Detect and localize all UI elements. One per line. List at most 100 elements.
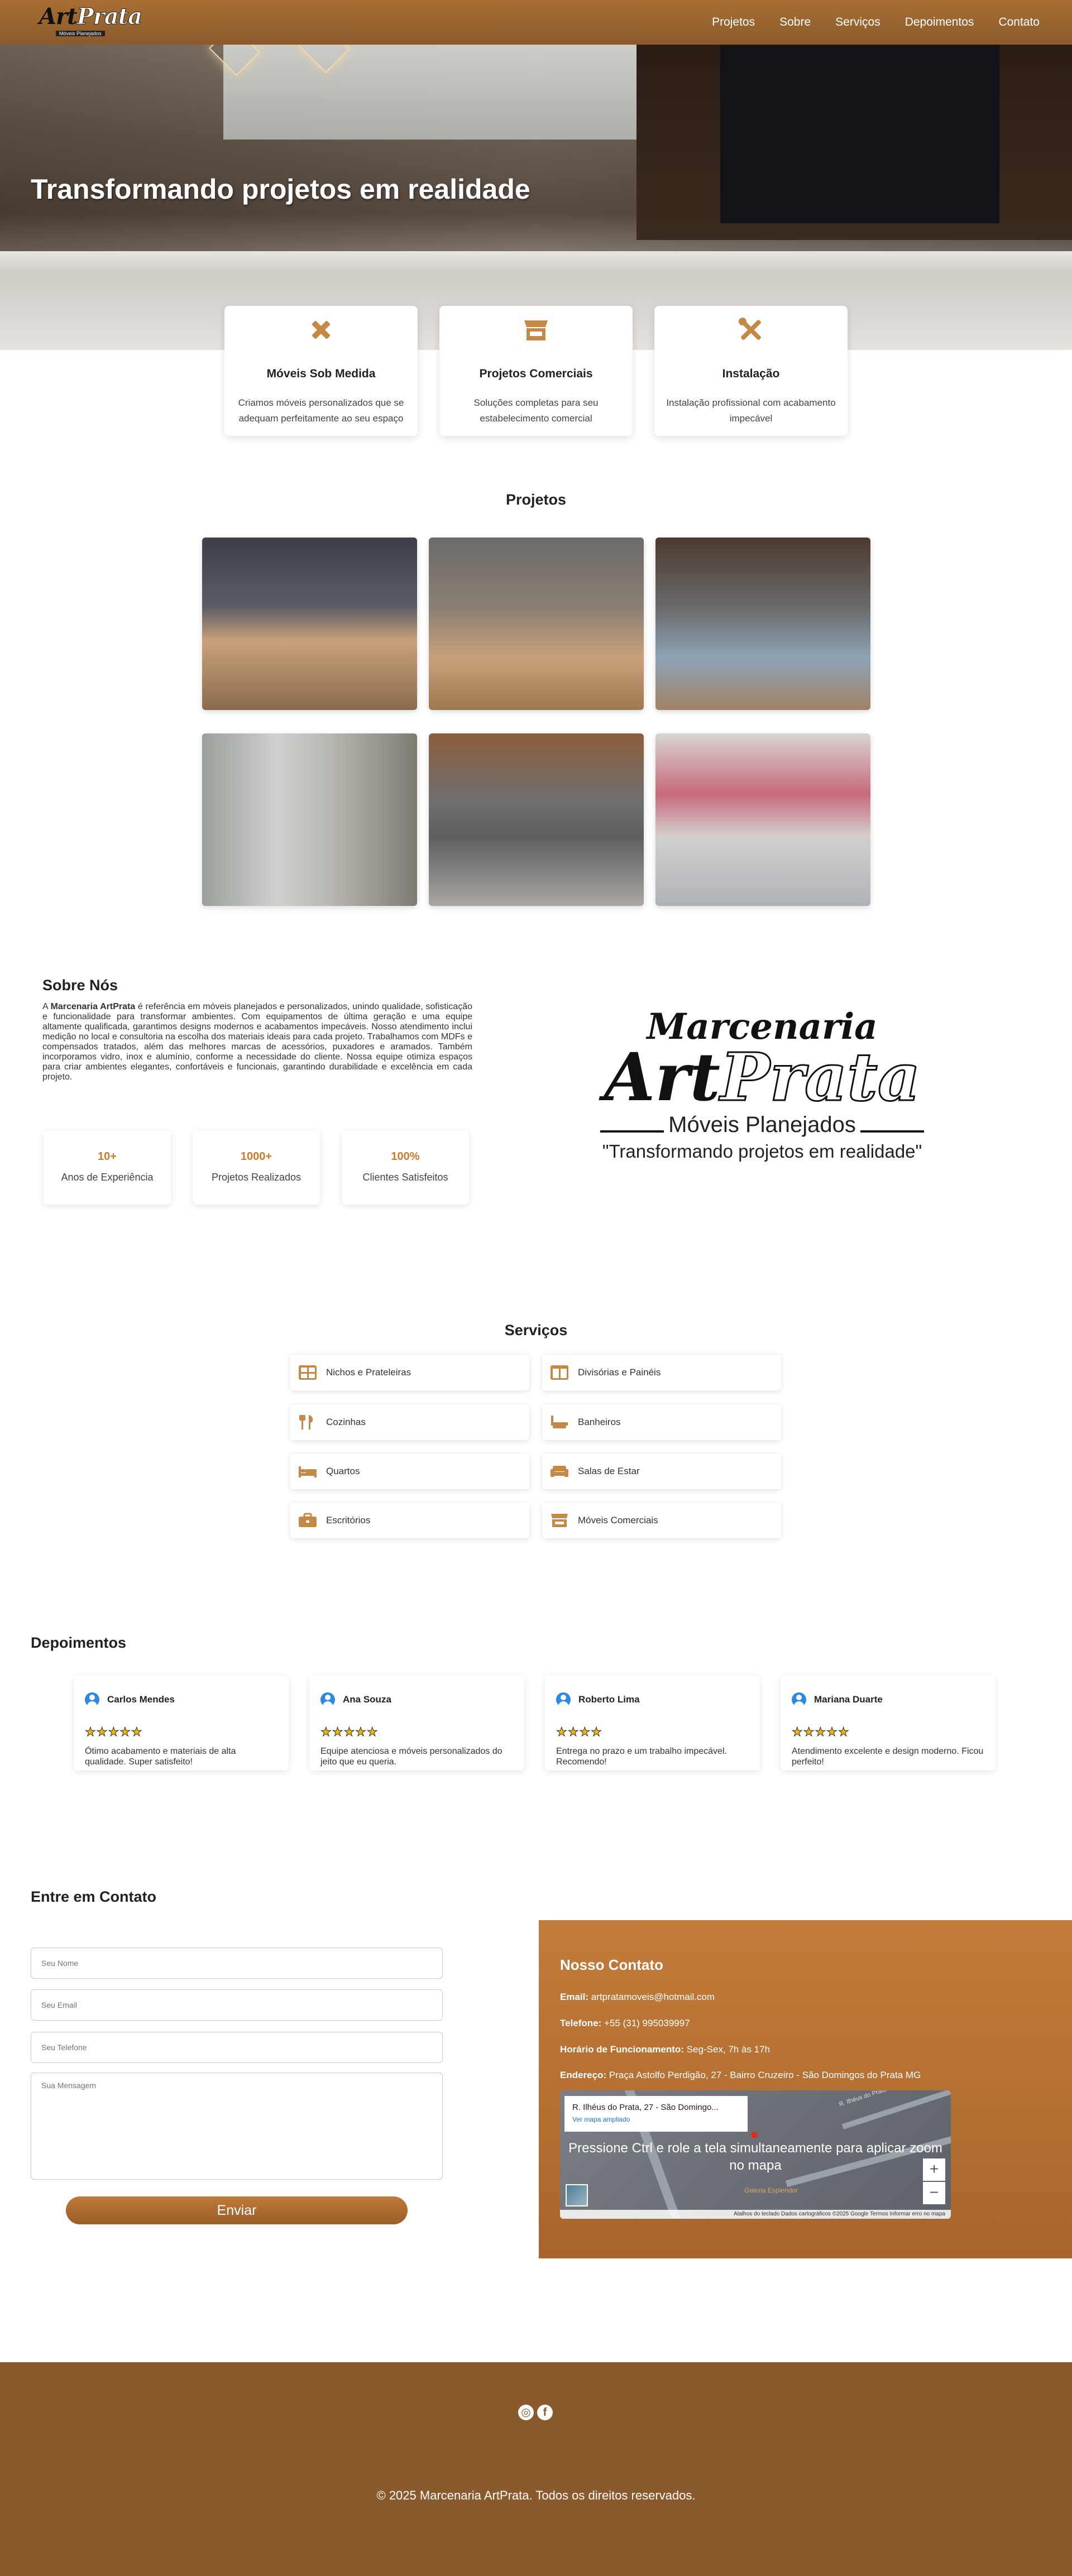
nav-link-sobre[interactable]: Sobre <box>779 16 811 29</box>
map-place-label: Galeria Esplendor <box>744 2186 798 2194</box>
map-street-label: R. Ilhéus do Prata <box>838 2090 887 2108</box>
pencil-ruler-icon <box>312 320 331 339</box>
bed-icon <box>299 1466 317 1478</box>
name-field[interactable] <box>31 1947 443 1979</box>
contact-email-label: Email: <box>560 1992 589 2002</box>
rating-stars: ★★★★★ <box>320 1725 379 1739</box>
contact-hours-row: Horário de Funcionamento: Seg-Sex, 7h às… <box>560 2044 770 2055</box>
feature-title: Instalação <box>722 367 780 380</box>
map-pin-icon[interactable] <box>751 2132 758 2138</box>
map-layer-thumbnail[interactable] <box>566 2184 588 2206</box>
stat-value: 10+ <box>98 1150 117 1163</box>
feature-title: Projetos Comerciais <box>479 367 593 380</box>
hero-section: Transformando projetos em realidade <box>0 45 1072 350</box>
testimonial-name: Mariana Duarte <box>814 1694 883 1705</box>
about-logo: Marcenaria ArtPrata Móveis Planejados "T… <box>600 1008 924 1175</box>
couch-icon <box>551 1466 568 1477</box>
service-label: Escritórios <box>326 1515 371 1526</box>
nav-menu: Projetos Sobre Serviços Depoimentos Cont… <box>712 0 1040 45</box>
hero-title: Transformando projetos em realidade <box>31 174 530 205</box>
contact-hours-label: Horário de Funcionamento: <box>560 2044 684 2055</box>
map-footer: Atalhos do teclado Dados cartográficos ©… <box>560 2210 951 2219</box>
email-field[interactable] <box>31 1989 443 2021</box>
navbar: ArtPrata Móveis Planejados Projetos Sobr… <box>0 0 1072 45</box>
testimonial-text: Atendimento excelente e design moderno. … <box>792 1747 984 1767</box>
grid-icon <box>299 1365 317 1380</box>
logo-text-art: Art <box>39 3 78 30</box>
google-map[interactable]: R. Ilhéus do Prata R. Ilhéus do Prata, 2… <box>560 2090 951 2219</box>
service-label: Banheiros <box>578 1417 621 1427</box>
map-view-larger-link[interactable]: Ver mapa ampliado <box>572 2116 740 2123</box>
feature-card-instalacao: Instalação Instalação profissional com a… <box>654 306 848 436</box>
project-image-6[interactable] <box>655 733 870 906</box>
about-logo-subtitle: Móveis Planejados <box>600 1112 924 1138</box>
testimonial-text: Entrega no prazo e um trabalho impecável… <box>556 1747 727 1767</box>
phone-field[interactable] <box>31 2032 443 2063</box>
about-logo-prata: Prata <box>719 1038 921 1116</box>
testimonial-card: Ana Souza ★★★★★ Equipe atenciosa e móvei… <box>309 1676 524 1771</box>
service-item-nichos[interactable]: Nichos e Prateleiras <box>290 1355 529 1390</box>
facebook-icon[interactable]: f <box>537 2405 553 2420</box>
hero-countertop <box>0 251 1072 274</box>
service-item-escritorios[interactable]: Escritórios <box>290 1503 529 1538</box>
logo[interactable]: ArtPrata Móveis Planejados <box>39 3 143 38</box>
feature-card-projetos-comerciais: Projetos Comerciais Soluções completas p… <box>439 306 633 436</box>
nav-link-contato[interactable]: Contato <box>998 16 1040 29</box>
contact-address-value: Praça Astolfo Perdigão, 27 - Bairro Cruz… <box>609 2070 921 2080</box>
message-field[interactable] <box>31 2073 443 2180</box>
utensils-icon <box>299 1415 313 1429</box>
testimonial-name: Carlos Mendes <box>107 1694 175 1705</box>
service-item-salas[interactable]: Salas de Estar <box>542 1454 781 1489</box>
service-item-quartos[interactable]: Quartos <box>290 1454 529 1489</box>
map-zoom-out-button[interactable]: − <box>923 2182 945 2204</box>
service-item-banheiros[interactable]: Banheiros <box>542 1404 781 1440</box>
contact-info-title: Nosso Contato <box>560 1956 663 1973</box>
project-image-2[interactable] <box>429 538 644 710</box>
service-item-cozinhas[interactable]: Cozinhas <box>290 1404 529 1440</box>
contact-address-row: Endereço: Praça Astolfo Perdigão, 27 - B… <box>560 2070 921 2081</box>
about-title: Sobre Nós <box>42 977 118 994</box>
service-item-divisorias[interactable]: Divisórias e Painéis <box>542 1355 781 1390</box>
rating-stars: ★★★★★ <box>792 1725 850 1739</box>
map-zoom-in-button[interactable]: + <box>923 2158 945 2181</box>
map-zoom-hint: Pressione Ctrl e role a tela simultaneam… <box>568 2141 942 2173</box>
contact-hours-value: Seg-Sex, 7h às 17h <box>686 2044 770 2055</box>
logo-tagline: Móveis Planejados <box>56 31 105 36</box>
testimonial-name: Ana Souza <box>343 1694 391 1705</box>
service-label: Móveis Comerciais <box>578 1515 658 1526</box>
briefcase-icon <box>299 1513 317 1527</box>
contact-email-value[interactable]: artpratamoveis@hotmail.com <box>591 1992 715 2002</box>
project-image-1[interactable] <box>202 538 417 710</box>
about-logo-artprata: ArtPrata <box>600 1043 924 1111</box>
tools-icon <box>739 318 761 340</box>
feature-card-moveis-sob-medida: Móveis Sob Medida Criamos móveis persona… <box>224 306 418 436</box>
testimonial-card: Roberto Lima ★★★★ Entrega no prazo e um … <box>545 1676 760 1771</box>
send-button[interactable]: Enviar <box>66 2196 408 2224</box>
instagram-icon[interactable]: ◎ <box>518 2405 534 2420</box>
testimonial-name: Roberto Lima <box>578 1694 640 1705</box>
nav-link-servicos[interactable]: Serviços <box>835 16 880 29</box>
nav-link-projetos[interactable]: Projetos <box>712 16 755 29</box>
rating-stars: ★★★★★ <box>85 1725 143 1739</box>
project-image-3[interactable] <box>655 538 870 710</box>
stat-label: Anos de Experiência <box>61 1172 154 1183</box>
about-text-body: é referência em móveis planejados e pers… <box>42 1002 473 1082</box>
user-avatar-icon <box>85 1692 99 1707</box>
about-logo-tagline: "Transformando projetos em realidade" <box>602 1141 922 1162</box>
footer: ◎ f © 2025 Marcenaria ArtPrata. Todos os… <box>0 2362 1072 2576</box>
nav-link-depoimentos[interactable]: Depoimentos <box>905 16 974 29</box>
testimonial-card: Carlos Mendes ★★★★★ Ótimo acabamento e m… <box>74 1676 289 1771</box>
stat-card: 1000+ Projetos Realizados <box>193 1130 320 1205</box>
project-image-4[interactable] <box>202 733 417 906</box>
about-text: A Marcenaria ArtPrata é referência em mó… <box>42 1002 472 1082</box>
bath-icon <box>551 1416 568 1428</box>
feature-text: Soluções completas para seu estabelecime… <box>473 397 599 424</box>
stat-label: Clientes Satisfeitos <box>362 1172 448 1183</box>
project-image-5[interactable] <box>429 733 644 906</box>
contact-info-panel: Nosso Contato Email: artpratamoveis@hotm… <box>539 1920 1072 2258</box>
service-item-moveis-comerciais[interactable]: Móveis Comerciais <box>542 1503 781 1538</box>
contact-phone-label: Telefone: <box>560 2018 602 2028</box>
testimonial-card: Mariana Duarte ★★★★★ Atendimento excelen… <box>781 1676 996 1771</box>
map-popup: R. Ilhéus do Prata, 27 - São Domingo... … <box>564 2096 748 2132</box>
contact-phone-value: +55 (31) 995039997 <box>604 2018 690 2028</box>
